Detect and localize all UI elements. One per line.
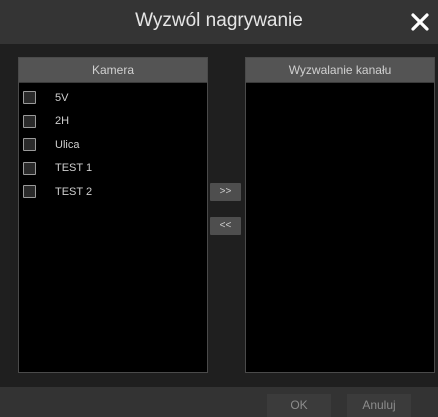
- close-icon[interactable]: [410, 12, 430, 32]
- camera-label: TEST 1: [55, 162, 93, 175]
- title-bar: Wyzwól nagrywanie: [0, 0, 438, 44]
- camera-list: 5V 2H Ulica TEST 1 TEST 2: [19, 83, 207, 204]
- list-item[interactable]: TEST 1: [19, 157, 207, 181]
- camera-list-panel: Kamera 5V 2H Ulica TEST 1 TEST 2: [18, 57, 208, 373]
- camera-label: Ulica: [55, 138, 80, 151]
- list-item[interactable]: 2H: [19, 110, 207, 134]
- camera-checkbox[interactable]: [23, 114, 36, 128]
- remove-from-trigger-button[interactable]: <<: [210, 217, 241, 235]
- trigger-channel-list: [246, 83, 434, 86]
- trigger-channel-panel: Wyzwalanie kanału: [245, 57, 435, 373]
- trigger-channel-header: Wyzwalanie kanału: [246, 58, 434, 83]
- camera-label: TEST 2: [55, 185, 93, 198]
- ok-button[interactable]: OK: [267, 394, 331, 417]
- list-item[interactable]: 5V: [19, 86, 207, 110]
- dialog-footer: OK Anuluj: [0, 387, 438, 417]
- list-item[interactable]: Ulica: [19, 133, 207, 157]
- cancel-button[interactable]: Anuluj: [347, 394, 411, 417]
- add-to-trigger-button[interactable]: >>: [210, 183, 241, 201]
- camera-checkbox[interactable]: [23, 138, 36, 152]
- camera-checkbox[interactable]: [23, 161, 36, 175]
- camera-label: 5V: [55, 91, 69, 104]
- list-item[interactable]: TEST 2: [19, 180, 207, 204]
- camera-checkbox[interactable]: [23, 91, 36, 105]
- camera-label: 2H: [55, 115, 70, 128]
- camera-checkbox[interactable]: [23, 185, 36, 199]
- trigger-recording-dialog: Wyzwól nagrywanie Kamera 5V 2H Ulica TES…: [0, 0, 438, 417]
- camera-list-header: Kamera: [19, 58, 207, 83]
- dialog-title: Wyzwól nagrywanie: [135, 10, 303, 31]
